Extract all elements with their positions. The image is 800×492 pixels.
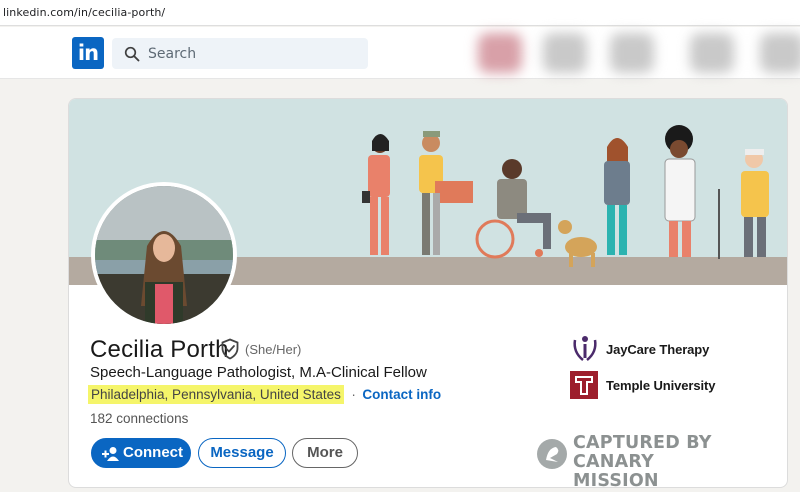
- illustration-person-5: [664, 125, 696, 257]
- profile-photo[interactable]: [91, 182, 237, 328]
- watermark-text: CAPTURED BY CANARY MISSION: [573, 434, 746, 491]
- canary-logo-icon: [537, 439, 567, 469]
- canary-mission-watermark: CAPTURED BY CANARY MISSION: [536, 434, 746, 491]
- search-placeholder: Search: [148, 46, 197, 62]
- blurred-nav-item[interactable]: [690, 33, 734, 73]
- org-name: Temple University: [606, 378, 716, 393]
- connections-count[interactable]: 182 connections: [90, 411, 188, 426]
- add-person-icon: [102, 447, 119, 461]
- illustration-person-6: [718, 149, 769, 259]
- search-icon: [124, 46, 140, 62]
- profile-photo-image: [95, 186, 233, 324]
- jaycare-logo-icon: [573, 336, 597, 361]
- blurred-nav-item[interactable]: [760, 33, 800, 73]
- message-button[interactable]: Message: [198, 438, 286, 468]
- org-name: JayCare Therapy: [606, 342, 710, 357]
- connect-label: Connect: [123, 444, 183, 461]
- linkedin-logo-icon[interactable]: in: [72, 37, 104, 69]
- blurred-nav-item[interactable]: [478, 33, 522, 73]
- blurred-nav-item[interactable]: [610, 33, 654, 73]
- illustration-person-1: [362, 134, 390, 255]
- connect-button[interactable]: Connect: [91, 438, 191, 468]
- top-navbar: in Search: [0, 27, 800, 79]
- location-row: Philadelphia, Pennsylvania, United State…: [88, 385, 441, 407]
- watermark-line-2: CANARY MISSION: [573, 452, 659, 491]
- illustration-person-3: [475, 159, 551, 259]
- url-text[interactable]: linkedin.com/in/cecilia-porth/: [3, 6, 165, 19]
- separator: ·: [351, 387, 356, 402]
- illustration-person-4: [604, 138, 630, 255]
- illustration-person-2: [419, 131, 473, 255]
- profile-headline: Speech-Language Pathologist, M.A-Clinica…: [90, 364, 427, 381]
- pronouns: (She/Her): [245, 342, 302, 357]
- profile-name: Cecilia Porth: [90, 336, 229, 363]
- watermark-line-1: CAPTURED BY: [573, 433, 712, 453]
- search-input[interactable]: Search: [112, 38, 368, 69]
- temple-logo-icon: [570, 371, 598, 399]
- verified-shield-icon[interactable]: [220, 338, 240, 360]
- profile-location: Philadelphia, Pennsylvania, United State…: [88, 385, 344, 404]
- more-button[interactable]: More: [292, 438, 358, 468]
- browser-address-bar[interactable]: linkedin.com/in/cecilia-porth/: [0, 0, 800, 26]
- blurred-nav-item[interactable]: [543, 33, 587, 73]
- contact-info-link[interactable]: Contact info: [362, 387, 441, 402]
